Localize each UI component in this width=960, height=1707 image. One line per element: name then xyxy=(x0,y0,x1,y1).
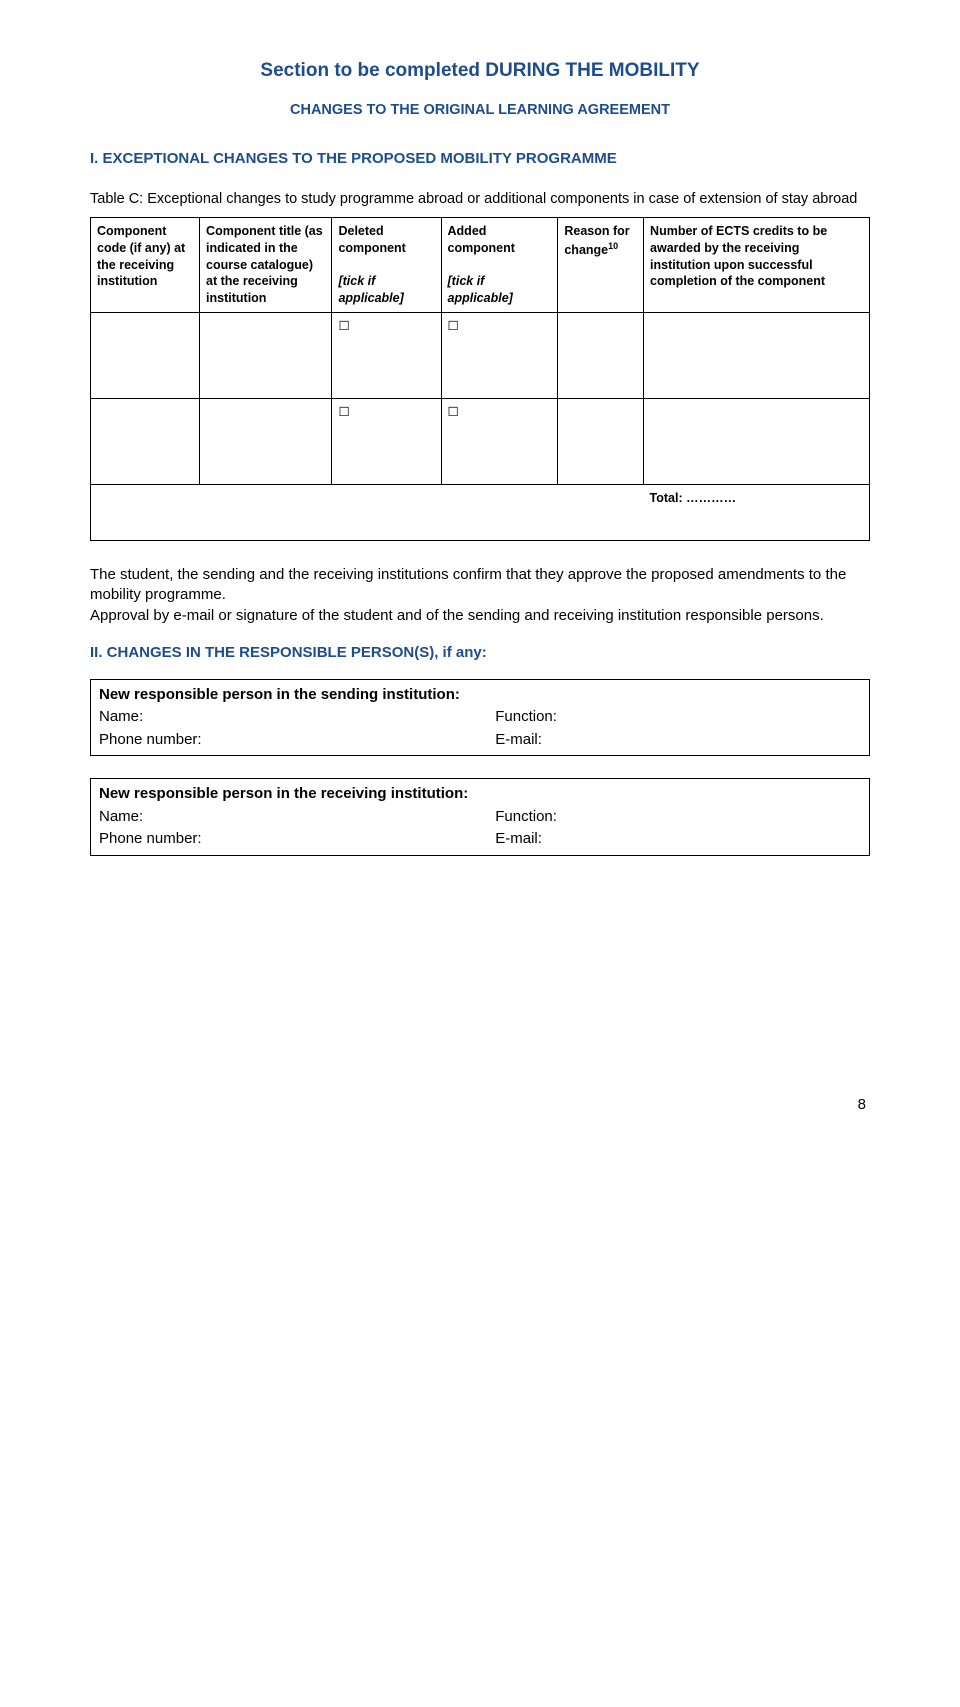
col-reason: Reason for change10 xyxy=(558,217,644,312)
checkbox-added[interactable]: ☐ xyxy=(441,313,558,399)
table-row: New responsible person in the sending in… xyxy=(91,679,870,756)
section-1-heading: I. EXCEPTIONAL CHANGES TO THE PROPOSED M… xyxy=(90,148,870,171)
col-deleted: Deleted component [tick if applicable] xyxy=(332,217,441,312)
checkbox-deleted[interactable]: ☐ xyxy=(332,399,441,485)
col-added: Added component [tick if applicable] xyxy=(441,217,558,312)
email-field[interactable]: E-mail: xyxy=(495,828,542,851)
col-code: Component code (if any) at the receiving… xyxy=(91,217,200,312)
phone-field[interactable]: Phone number: xyxy=(99,729,495,752)
table-row: ☐ ☐ xyxy=(91,313,870,399)
name-field[interactable]: Name: xyxy=(99,706,495,729)
table-row: Total: ………… xyxy=(91,485,870,541)
contact-sending-title: New responsible person in the sending in… xyxy=(99,686,460,703)
table-row: ☐ ☐ xyxy=(91,399,870,485)
function-field[interactable]: Function: xyxy=(495,806,557,829)
table-c: Component code (if any) at the receiving… xyxy=(90,217,870,541)
checkbox-deleted[interactable]: ☐ xyxy=(332,313,441,399)
section-2-heading: II. CHANGES IN THE RESPONSIBLE PERSON(S)… xyxy=(90,644,870,661)
approval-paragraph: The student, the sending and the receivi… xyxy=(90,565,870,626)
table-c-caption: Table C: Exceptional changes to study pr… xyxy=(90,189,870,209)
total-label: Total: ………… xyxy=(644,485,870,541)
contact-sending: New responsible person in the sending in… xyxy=(90,679,870,757)
name-field[interactable]: Name: xyxy=(99,806,495,829)
page-title: Section to be completed DURING THE MOBIL… xyxy=(90,60,870,82)
contact-receiving-title: New responsible person in the receiving … xyxy=(99,785,468,802)
checkbox-added[interactable]: ☐ xyxy=(441,399,558,485)
email-field[interactable]: E-mail: xyxy=(495,729,542,752)
col-ects: Number of ECTS credits to be awarded by … xyxy=(644,217,870,312)
function-field[interactable]: Function: xyxy=(495,706,557,729)
page-number: 8 xyxy=(90,1096,870,1113)
page-subtitle: CHANGES TO THE ORIGINAL LEARNING AGREEME… xyxy=(90,102,870,118)
phone-field[interactable]: Phone number: xyxy=(99,828,495,851)
table-row: Component code (if any) at the receiving… xyxy=(91,217,870,312)
col-title: Component title (as indicated in the cou… xyxy=(200,217,332,312)
contact-receiving: New responsible person in the receiving … xyxy=(90,778,870,856)
table-row: New responsible person in the receiving … xyxy=(91,779,870,856)
